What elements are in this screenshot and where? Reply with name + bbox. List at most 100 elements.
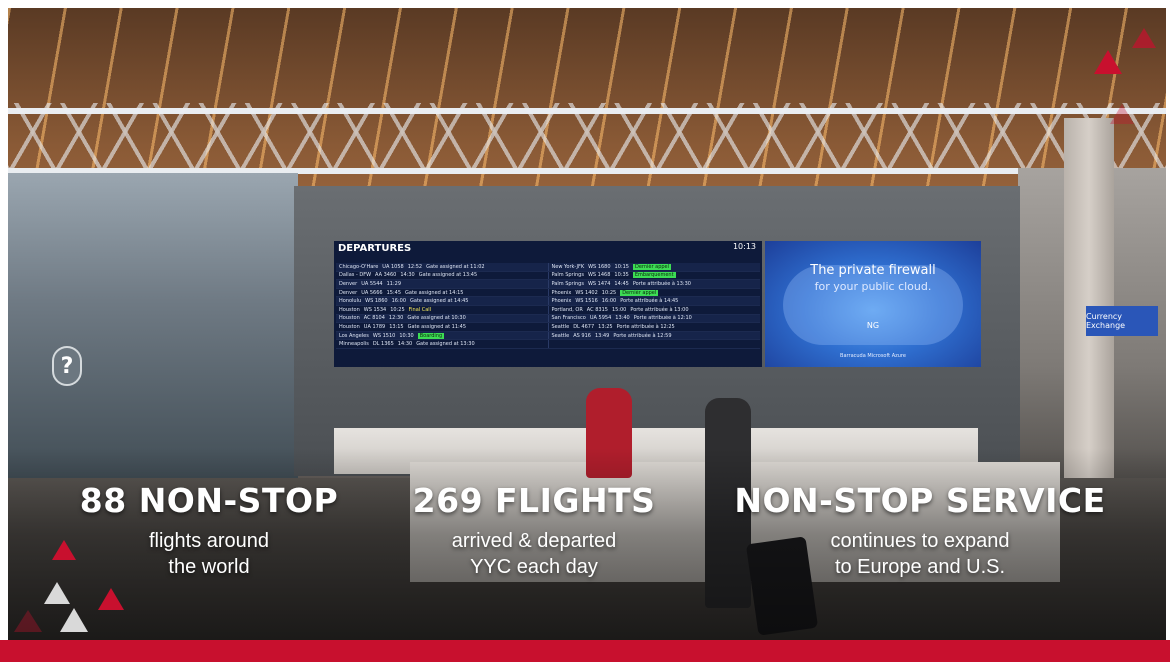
board-title: DEPARTURES <box>338 243 412 254</box>
board-cell-group: San Francisco UA 5954 13:40 Porte attribuée… <box>547 314 761 323</box>
board-cell: Phoenix <box>551 289 572 296</box>
board-cell-group: Denver UA 5666 15:45 Gate assigned at 14:15 <box>336 289 548 297</box>
board-cell-group: Houston WS 1534 10:25 Final Call <box>336 306 548 314</box>
board-cell: AS 916 <box>573 332 591 339</box>
board-cell: WS 1510 <box>372 332 396 339</box>
board-cell: 10:30 <box>399 332 414 339</box>
stat-headline: 88 NON-STOP <box>79 481 339 520</box>
board-cell-group: Phoenix WS 1516 16:00 Porte attribuée à 14:… <box>547 297 761 305</box>
board-row: Chicago-O'Hare UA 1058 12:52 Gate assigned … <box>336 263 760 272</box>
board-cell: 12:52 <box>407 263 423 270</box>
board-cell: Palm Springs <box>551 280 584 287</box>
board-cell-group: New York-JFK WS 1680 10:15 Dernièr appel <box>547 263 761 271</box>
board-cell: Palm Springs <box>551 272 584 279</box>
board-cell: UA 5954 <box>589 315 612 322</box>
stat-service: NON-STOP SERVICE continues to expand to … <box>730 481 1110 580</box>
ad-logos: Barracuda Microsoft Azure <box>840 353 906 359</box>
board-row: Houston UA 1789 13:15 Gate assigned at 11:4… <box>336 323 760 332</box>
board-cell: Dernièr appel <box>620 289 659 296</box>
stat-line: flights around <box>148 530 270 552</box>
triangle-decoration <box>98 588 124 610</box>
board-row: Dallas - DFW AA 3460 14:30 Gate assigned at… <box>336 271 761 281</box>
board-row: Denver UA 5544 11:29 Palm Springs WS 1474 14:… <box>336 280 760 289</box>
board-cell: 13:25 <box>598 323 613 330</box>
board-cell: Boarding <box>417 332 445 339</box>
board-cell: WS 1474 <box>587 280 611 287</box>
currency-exchange-sign: Currency Exchange <box>1086 306 1158 336</box>
board-cell: 15:45 <box>386 289 402 296</box>
board-cell-group <box>547 340 761 348</box>
board-cell: Embarquement <box>632 272 676 279</box>
board-cell-group: Honolulu WS 1860 16:00 Gate assigned at 14:… <box>336 297 548 305</box>
board-cell: AC 8315 <box>586 306 608 313</box>
board-cell: 12:30 <box>388 315 404 322</box>
board-cell: Gate assigned at 11:45 <box>407 323 467 330</box>
slide: DEPARTURES 10:13 Chicago-O'Hare UA 1058 12… <box>0 0 1170 662</box>
board-cell: Los Angeles <box>339 332 369 339</box>
board-cell-group: Palm Springs WS 1474 14:45 Porte attribuée … <box>547 280 761 288</box>
board-cell: WS 1468 <box>587 272 611 279</box>
board-cell: New York-JFK <box>551 263 585 270</box>
stat-line: to Europe and U.S. <box>834 556 1006 578</box>
board-cell: Phoenix <box>551 298 572 305</box>
board-cell: WS 1860 <box>365 298 388 305</box>
board-cell: WS 1534 <box>363 306 387 313</box>
board-cell: Dernièr appel <box>632 263 672 270</box>
board-cell-group: Minneapolis DL 1365 14:30 Gate assigned at … <box>336 340 548 348</box>
board-cell: WS 1680 <box>588 263 611 270</box>
board-cell-group: Houston AC 8104 12:30 Gate assigned at 10:3… <box>336 315 548 323</box>
board-cell: DL 1365 <box>372 341 394 348</box>
board-cell: 13:40 <box>615 315 630 322</box>
ad-screen: The private firewall for your public clo… <box>765 241 981 367</box>
board-cell: Houston <box>339 323 360 330</box>
board-row: Honolulu WS 1860 16:00 Gate assigned at 14:… <box>336 297 760 306</box>
board-row: Los Angeles WS 1510 10:30 Boarding Seattle AS… <box>336 331 761 341</box>
board-cell: 16:00 <box>601 298 617 305</box>
board-cell: Denver <box>339 280 358 287</box>
triangle-decoration <box>52 540 76 560</box>
board-cell: Denver <box>339 289 358 296</box>
board-cell: WS 1516 <box>575 298 598 305</box>
board-row: Houston WS 1534 10:25 Final Call Portland, O… <box>336 305 761 315</box>
board-cell: UA 1058 <box>382 263 404 270</box>
board-cell-group: Seattle AS 916 13:49 Porte attribuée à 12:5… <box>547 331 761 340</box>
information-icon: ? <box>52 346 82 386</box>
board-cell: San Francisco <box>551 315 586 322</box>
board-cell: AA 3460 <box>375 272 397 279</box>
board-cell: UA 5666 <box>361 289 383 296</box>
stat-line: continues to expand <box>830 530 1010 552</box>
board-cell-group: Portland, OR AC 8315 15:00 Porte attribuée … <box>547 305 761 314</box>
triangle-decoration <box>14 610 42 632</box>
stat-line: the world <box>168 556 250 578</box>
board-cell: Seattle <box>551 323 570 330</box>
stat-flights: 269 FLIGHTS arrived & departed YYC each … <box>354 481 714 580</box>
board-cell: Porte attribuée à 12:25 <box>616 323 675 330</box>
left-concourse <box>8 173 298 493</box>
stat-line: YYC each day <box>470 556 598 578</box>
board-cell: Porte attribuée à 12:10 <box>633 315 692 322</box>
board-cell: Honolulu <box>339 298 362 305</box>
board-row: Denver UA 5666 15:45 Gate assigned at 14:15… <box>336 288 760 298</box>
board-cell-group: Seattle DL 4677 13:25 Porte attribuée à 12:… <box>547 323 761 331</box>
footer-bar <box>0 640 1170 662</box>
board-cell-group: Houston UA 1789 13:15 Gate assigned at 11:4… <box>336 323 548 331</box>
board-cell: Porte attribuée à 12:59 <box>613 332 672 339</box>
board-cell: 10:25 <box>390 306 405 313</box>
triangle-decoration <box>1132 28 1156 48</box>
ad-mark: NG <box>866 321 880 330</box>
stat-headline: 269 FLIGHTS <box>412 481 656 520</box>
stat-headline: NON-STOP SERVICE <box>734 481 1106 520</box>
board-cell: Gate assigned at 11:02 <box>426 263 485 270</box>
triangle-decoration <box>1094 50 1122 74</box>
board-cell-group: Denver UA 5544 11:29 <box>336 280 548 288</box>
board-row: Houston AC 8104 12:30 Gate assigned at 10:3… <box>336 314 761 324</box>
triangle-decoration <box>60 608 88 632</box>
board-cell-group: Palm Springs WS 1468 10:35 Embarquement <box>547 271 761 280</box>
board-cell: 16:00 <box>391 298 407 305</box>
board-cell: Porte attribuée à 13:00 <box>630 306 689 313</box>
board-row: Minneapolis DL 1365 14:30 Gate assigned at … <box>336 340 760 349</box>
board-cell: Final Call <box>408 306 432 313</box>
board-cell: WS 1402 <box>575 289 598 296</box>
ad-title: The private firewall <box>810 263 936 278</box>
board-cell: 10:35 <box>614 272 629 279</box>
